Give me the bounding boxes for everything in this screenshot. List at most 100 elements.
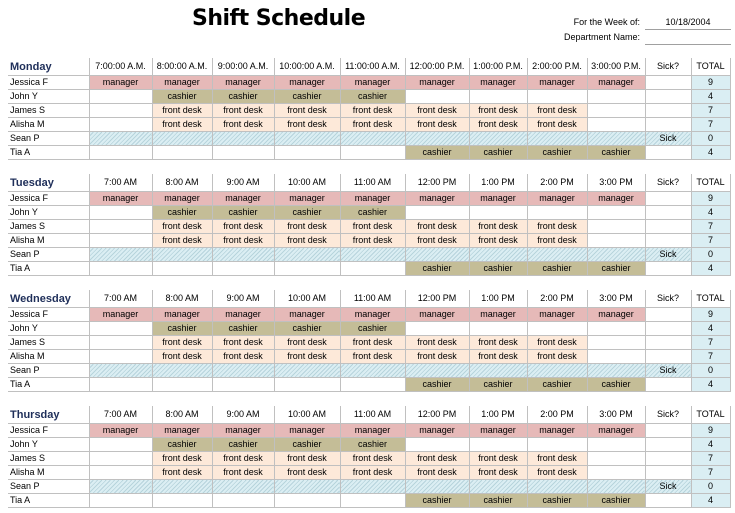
shift-cell[interactable] [211,247,275,262]
shift-cell[interactable]: cashier [273,89,341,104]
shift-cell[interactable] [88,103,153,118]
shift-cell[interactable]: cashier [151,89,213,104]
sick-cell[interactable] [644,437,692,452]
total-cell[interactable]: 4 [690,377,731,392]
shift-cell[interactable] [151,131,213,146]
time-header[interactable]: 12:00 PM [404,174,470,192]
employee-name[interactable]: Jessica F [8,75,90,90]
shift-cell[interactable] [586,247,646,262]
shift-cell[interactable] [468,479,528,494]
time-header[interactable]: 12:00:00 P.M. [404,58,470,76]
shift-cell[interactable]: manager [211,191,275,206]
shift-cell[interactable] [151,493,213,508]
shift-cell[interactable]: front desk [273,219,341,234]
shift-cell[interactable] [586,233,646,248]
employee-name[interactable]: Alisha M [8,117,90,132]
sick-header[interactable]: Sick? [644,406,692,424]
shift-cell[interactable]: cashier [151,205,213,220]
total-cell[interactable]: 4 [690,261,731,276]
employee-name[interactable]: Jessica F [8,191,90,206]
shift-cell[interactable]: front desk [404,103,470,118]
time-header[interactable]: 9:00 AM [211,290,275,308]
shift-cell[interactable] [88,247,153,262]
time-header[interactable]: 7:00 AM [88,174,153,192]
day-name[interactable]: Tuesday [8,174,90,192]
shift-cell[interactable] [88,89,153,104]
sick-cell[interactable] [644,321,692,336]
sick-cell[interactable]: Sick [644,479,692,494]
shift-cell[interactable]: front desk [211,233,275,248]
time-header[interactable]: 12:00 PM [404,406,470,424]
shift-cell[interactable]: manager [468,191,528,206]
employee-name[interactable]: Tia A [8,145,90,160]
shift-cell[interactable] [526,321,588,336]
employee-name[interactable]: Sean P [8,479,90,494]
total-cell[interactable]: 7 [690,103,731,118]
shift-cell[interactable] [211,479,275,494]
time-header[interactable]: 2:00 PM [526,290,588,308]
shift-cell[interactable] [526,131,588,146]
shift-cell[interactable] [151,377,213,392]
time-header[interactable]: 8:00 AM [151,290,213,308]
shift-cell[interactable]: front desk [404,451,470,466]
time-header[interactable]: 3:00 PM [586,174,646,192]
time-header[interactable]: 3:00 PM [586,290,646,308]
sick-cell[interactable] [644,349,692,364]
total-cell[interactable]: 7 [690,451,731,466]
employee-name[interactable]: Alisha M [8,465,90,480]
shift-cell[interactable]: manager [586,423,646,438]
sick-cell[interactable] [644,89,692,104]
shift-cell[interactable]: front desk [339,335,406,350]
shift-cell[interactable]: front desk [404,465,470,480]
shift-cell[interactable]: front desk [151,335,213,350]
shift-cell[interactable]: front desk [211,103,275,118]
shift-cell[interactable]: cashier [586,145,646,160]
sick-cell[interactable] [644,423,692,438]
shift-cell[interactable]: manager [88,191,153,206]
total-cell[interactable]: 7 [690,465,731,480]
shift-cell[interactable]: front desk [151,451,213,466]
shift-cell[interactable] [468,321,528,336]
shift-cell[interactable] [468,89,528,104]
time-header[interactable]: 3:00:00 P.M. [586,58,646,76]
time-header[interactable]: 9:00 AM [211,174,275,192]
shift-cell[interactable] [88,363,153,378]
shift-cell[interactable]: cashier [339,205,406,220]
shift-cell[interactable]: front desk [339,465,406,480]
shift-cell[interactable] [339,131,406,146]
time-header[interactable]: 1:00 PM [468,290,528,308]
total-cell[interactable]: 0 [690,479,731,494]
shift-cell[interactable]: front desk [273,117,341,132]
shift-cell[interactable] [339,363,406,378]
shift-cell[interactable]: manager [151,191,213,206]
shift-cell[interactable]: manager [151,75,213,90]
shift-cell[interactable] [273,145,341,160]
shift-cell[interactable]: manager [526,423,588,438]
shift-cell[interactable] [404,205,470,220]
employee-name[interactable]: Tia A [8,493,90,508]
total-header[interactable]: TOTAL [690,406,731,424]
time-header[interactable]: 10:00 AM [273,406,341,424]
shift-cell[interactable] [273,261,341,276]
shift-cell[interactable] [526,363,588,378]
time-header[interactable]: 1:00 PM [468,174,528,192]
shift-cell[interactable] [151,261,213,276]
shift-cell[interactable]: front desk [151,103,213,118]
day-name[interactable]: Monday [8,58,90,76]
shift-cell[interactable] [211,145,275,160]
shift-cell[interactable] [273,131,341,146]
shift-cell[interactable] [339,261,406,276]
shift-cell[interactable] [586,437,646,452]
shift-cell[interactable]: cashier [468,145,528,160]
shift-cell[interactable] [468,363,528,378]
shift-cell[interactable]: manager [273,191,341,206]
shift-cell[interactable]: front desk [273,233,341,248]
shift-cell[interactable] [88,205,153,220]
shift-cell[interactable]: cashier [273,437,341,452]
shift-cell[interactable]: front desk [404,233,470,248]
time-header[interactable]: 9:00:00 A.M. [211,58,275,76]
shift-cell[interactable] [586,89,646,104]
total-cell[interactable]: 4 [690,437,731,452]
sick-header[interactable]: Sick? [644,58,692,76]
employee-name[interactable]: Tia A [8,377,90,392]
